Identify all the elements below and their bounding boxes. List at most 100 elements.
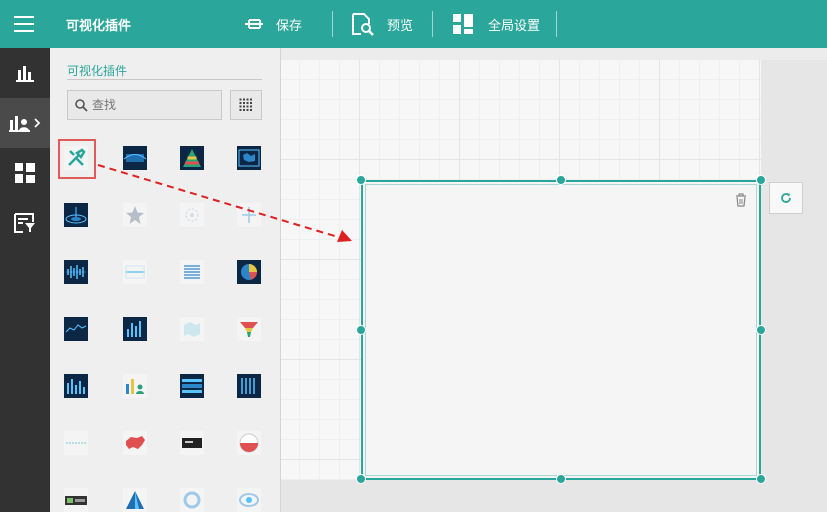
rail-item-charts[interactable] bbox=[0, 48, 50, 98]
funnel-plugin[interactable] bbox=[237, 317, 261, 341]
resize-handle-top-right[interactable] bbox=[756, 175, 766, 185]
trash-icon[interactable] bbox=[735, 193, 747, 207]
pyramid-plugin[interactable] bbox=[180, 146, 204, 170]
holo-screen-plugin[interactable] bbox=[123, 146, 147, 170]
list-plugin[interactable] bbox=[180, 260, 204, 284]
toolbar-divider bbox=[432, 11, 433, 37]
preview-magnifier-icon bbox=[351, 12, 375, 36]
orbit-plugin[interactable] bbox=[237, 488, 261, 512]
peak-icon bbox=[126, 491, 144, 509]
filter-list-icon bbox=[14, 213, 35, 233]
column-grid-icon bbox=[241, 378, 255, 394]
resize-handle-left[interactable] bbox=[356, 325, 366, 335]
resize-handle-top[interactable] bbox=[556, 175, 566, 185]
resize-handle-top-left[interactable] bbox=[356, 175, 366, 185]
vertical-bars-icon bbox=[127, 321, 141, 337]
divider-icon bbox=[125, 265, 145, 279]
peak-plugin[interactable] bbox=[123, 488, 147, 512]
divider-plugin[interactable] bbox=[123, 260, 147, 284]
ring-plugin[interactable] bbox=[180, 488, 204, 512]
holo-screen-icon bbox=[123, 154, 147, 162]
panel-title: 可视化插件 bbox=[67, 64, 128, 78]
china-map-plugin[interactable] bbox=[123, 431, 147, 455]
bar-people-plugin[interactable] bbox=[123, 374, 147, 398]
rail-item-filter[interactable] bbox=[0, 198, 50, 248]
star-plugin[interactable] bbox=[123, 203, 147, 227]
half-gauge-icon bbox=[239, 433, 259, 453]
card-plugin[interactable] bbox=[180, 431, 204, 455]
bar-series-plugin[interactable] bbox=[64, 374, 88, 398]
plugin-user-chart-icon bbox=[9, 116, 41, 132]
widget-content-area bbox=[365, 184, 757, 476]
bar-chart-icon bbox=[16, 66, 34, 82]
toolbar-divider bbox=[332, 11, 333, 37]
sparkle-plugin[interactable] bbox=[180, 203, 204, 227]
search-input[interactable] bbox=[92, 98, 212, 112]
orbit-icon bbox=[239, 493, 259, 507]
tool-plugin[interactable] bbox=[64, 146, 88, 170]
cross-icon bbox=[242, 207, 256, 223]
pyramid-icon bbox=[183, 149, 201, 167]
refresh-button[interactable] bbox=[769, 182, 803, 214]
toolbar-divider bbox=[556, 11, 557, 37]
hbar-plugin[interactable] bbox=[180, 374, 204, 398]
dark-panel-icon bbox=[65, 496, 87, 505]
line-wave-plugin[interactable] bbox=[64, 317, 88, 341]
ring-icon bbox=[183, 491, 201, 509]
global-settings-button[interactable]: 全局设置 bbox=[453, 0, 540, 48]
resize-handle-bottom-left[interactable] bbox=[356, 474, 366, 484]
preview-button[interactable]: 预览 bbox=[351, 0, 413, 48]
ripple-plugin[interactable] bbox=[64, 203, 88, 227]
top-bar: 可视化插件 保存 预览 全局设置 bbox=[0, 0, 827, 48]
panel-divider bbox=[67, 79, 262, 80]
bar-series-icon bbox=[67, 379, 85, 394]
app-title: 可视化插件 bbox=[66, 18, 132, 33]
rail-item-dashboard[interactable] bbox=[0, 148, 50, 198]
search-icon bbox=[75, 98, 88, 112]
refresh-icon bbox=[781, 193, 791, 203]
map-panel-plugin[interactable] bbox=[237, 146, 261, 170]
pie-plugin[interactable] bbox=[237, 260, 261, 284]
resize-handle-right[interactable] bbox=[756, 325, 766, 335]
preview-label: 预览 bbox=[387, 17, 414, 33]
sparkle-icon bbox=[185, 208, 199, 222]
line-wave-icon bbox=[65, 324, 87, 333]
funnel-icon bbox=[240, 322, 258, 337]
resize-handle-bottom-right[interactable] bbox=[756, 474, 766, 484]
layout-grid-icon bbox=[453, 14, 473, 34]
star-icon bbox=[126, 206, 144, 224]
dashboard-tiles-icon bbox=[15, 163, 35, 183]
save-label: 保存 bbox=[276, 17, 303, 33]
china-map-icon bbox=[126, 436, 145, 449]
global-settings-label: 全局设置 bbox=[488, 17, 541, 33]
dotted-line-icon bbox=[66, 442, 86, 444]
dotted-line-plugin[interactable] bbox=[64, 431, 88, 455]
search-box[interactable] bbox=[67, 90, 222, 120]
grid-view-toggle[interactable] bbox=[230, 90, 262, 120]
horizontal-bars-icon bbox=[182, 379, 202, 393]
waveform-icon bbox=[66, 265, 86, 279]
hamburger-icon[interactable] bbox=[14, 16, 34, 32]
canvas-top-strip bbox=[281, 48, 827, 60]
cross-plugin[interactable] bbox=[237, 203, 261, 227]
rail-item-plugins[interactable] bbox=[0, 98, 50, 148]
pie-chart-icon bbox=[241, 264, 257, 280]
map-light-plugin[interactable] bbox=[180, 317, 204, 341]
panel-dark-plugin[interactable] bbox=[64, 488, 88, 512]
left-nav-rail bbox=[0, 48, 50, 512]
list-lines-icon bbox=[184, 265, 200, 279]
bar-people-icon bbox=[126, 379, 144, 394]
wrench-tools-icon bbox=[68, 148, 86, 166]
waveform-plugin[interactable] bbox=[64, 260, 88, 284]
resize-handle-bottom[interactable] bbox=[556, 474, 566, 484]
map-light-icon bbox=[184, 322, 200, 337]
gauge-plugin[interactable] bbox=[237, 431, 261, 455]
vbar-plugin[interactable] bbox=[123, 317, 147, 341]
placeholder-widget[interactable] bbox=[361, 180, 761, 480]
ripple-icon bbox=[65, 207, 87, 224]
column-grid-plugin[interactable] bbox=[237, 374, 261, 398]
save-button[interactable]: 保存 bbox=[244, 0, 302, 48]
save-pin-icon bbox=[244, 17, 264, 31]
card-icon bbox=[182, 438, 202, 448]
plugin-panel: 可视化插件 bbox=[50, 48, 281, 512]
